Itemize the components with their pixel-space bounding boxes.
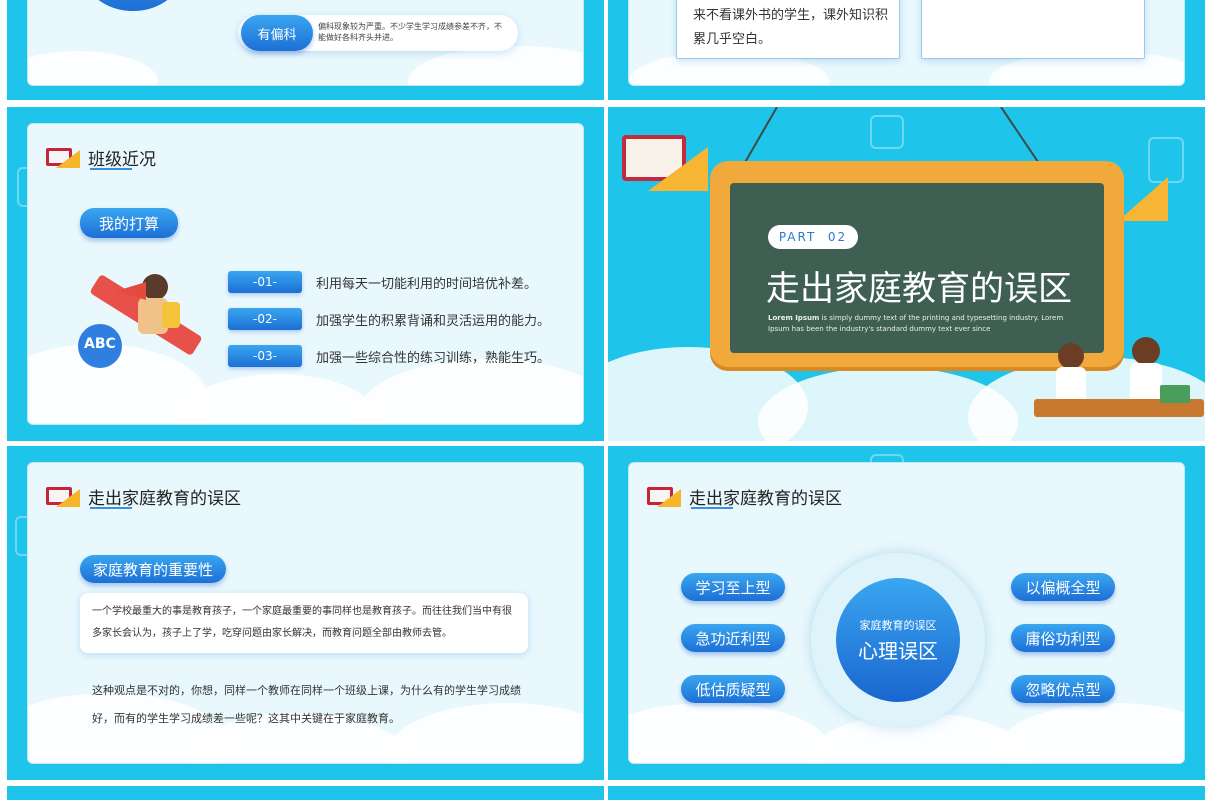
slide-8-partial[interactable] bbox=[608, 786, 1205, 800]
quote-text: 一个学校最重大的事是教育孩子，一个家庭最重要的事同样也是教育孩子。而往往我们当中… bbox=[92, 606, 512, 639]
slide-3-card: 班级近况 我的打算 ABC -01- 利用每天一切能利用的时间培优补差。 -02… bbox=[27, 123, 584, 425]
kid-pencil-illustration: ABC bbox=[76, 264, 206, 384]
lorem-line-1: is simply dummy text of the printing and… bbox=[819, 314, 1064, 322]
slide-4[interactable]: PART 02 走出家庭教育的误区 Lorem Ipsum is simply … bbox=[608, 107, 1205, 441]
center-big-text: 心理误区 bbox=[858, 638, 938, 663]
center-circle: 家庭教育的误区 心理误区 bbox=[836, 578, 960, 702]
text-box-right bbox=[921, 0, 1145, 59]
lorem-line-2: Ipsum has been the industry's standard d… bbox=[768, 325, 991, 333]
slide-2[interactable]: 来不看课外书的学生，课外知识积累几乎空白。 bbox=[608, 0, 1205, 100]
importance-pill[interactable]: 家庭教育的重要性 bbox=[80, 555, 226, 583]
slide-7-partial[interactable] bbox=[7, 786, 604, 800]
slide-5-card: 走出家庭教育的误区 家庭教育的重要性 一个学校最重大的事是教育孩子，一个家庭最重… bbox=[27, 462, 584, 764]
misconception-pill-left-3[interactable]: 低估质疑型 bbox=[681, 675, 785, 703]
center-small-text: 家庭教育的误区 bbox=[859, 618, 937, 632]
body-paragraph: 这种观点是不对的，你想，同样一个教师在同样一个班级上课，为什么有的学生学习成绩好… bbox=[92, 684, 521, 725]
title-underline bbox=[90, 168, 132, 170]
section-title: 走出家庭教育的误区 bbox=[766, 269, 1072, 309]
abc-badge: ABC bbox=[84, 336, 116, 352]
text-box-left: 来不看课外书的学生，课外知识积累几乎空白。 bbox=[676, 0, 900, 59]
pill-description: 偏科现象较为严重。不少学生学习成绩参差不齐，不能做好各科齐头并进。 bbox=[318, 22, 502, 42]
plan-tag-2: -02- bbox=[228, 308, 302, 330]
slide-title: 走出家庭教育的误区 bbox=[88, 488, 241, 509]
slide-1-card: 偏科现象较为严重。不少学生学习成绩参差不齐，不能做好各科齐头并进。 有偏科 bbox=[27, 0, 584, 86]
misconception-pill-left-2[interactable]: 急功近利型 bbox=[681, 624, 785, 652]
slide-title: 班级近况 bbox=[88, 149, 156, 170]
circle-graphic bbox=[83, 0, 183, 11]
lorem-bold: Lorem Ipsum bbox=[768, 314, 820, 322]
kids-desk-illustration bbox=[1034, 333, 1204, 433]
plan-tag-3: -03- bbox=[228, 345, 302, 367]
plan-text-1: 利用每天一切能利用的时间培优补差。 bbox=[316, 277, 538, 292]
title-underline bbox=[691, 507, 733, 509]
slide-1[interactable]: 偏科现象较为严重。不少学生学习成绩参差不齐，不能做好各科齐头并进。 有偏科 bbox=[7, 0, 604, 100]
plan-text-2: 加强学生的积累背诵和灵活运用的能力。 bbox=[316, 314, 551, 329]
book-ruler-icon bbox=[46, 144, 80, 170]
part-badge: PART 02 bbox=[768, 225, 858, 249]
hanging-string-left bbox=[741, 107, 778, 169]
misconception-pill-right-3[interactable]: 忽略优点型 bbox=[1011, 675, 1115, 703]
chalkboard-surface: PART 02 走出家庭教育的误区 Lorem Ipsum is simply … bbox=[730, 183, 1104, 353]
hanging-string-right bbox=[1000, 107, 1041, 166]
pill-label[interactable]: 有偏科 bbox=[241, 15, 313, 51]
slide-5[interactable]: 走出家庭教育的误区 家庭教育的重要性 一个学校最重大的事是教育孩子，一个家庭最重… bbox=[7, 446, 604, 780]
misconception-pill-right-2[interactable]: 庸俗功利型 bbox=[1011, 624, 1115, 652]
slide-title: 走出家庭教育的误区 bbox=[689, 488, 842, 509]
book-ruler-icon bbox=[647, 483, 681, 509]
slide-3[interactable]: 班级近况 我的打算 ABC -01- 利用每天一切能利用的时间培优补差。 -02… bbox=[7, 107, 604, 441]
plan-text-3: 加强一些综合性的练习训练，熟能生巧。 bbox=[316, 351, 551, 366]
book-ruler-icon bbox=[46, 483, 80, 509]
lorem-text: Lorem Ipsum is simply dummy text of the … bbox=[768, 313, 1068, 335]
quote-box: 一个学校最重大的事是教育孩子，一个家庭最重要的事同样也是教育孩子。而往往我们当中… bbox=[80, 593, 528, 653]
triangle-ruler-icon bbox=[1118, 177, 1168, 221]
box-text: 来不看课外书的学生，课外知识积累几乎空白。 bbox=[693, 8, 889, 47]
slide-6-card: 走出家庭教育的误区 家庭教育的误区 心理误区 学习至上型 急功近利型 低估质疑型… bbox=[628, 462, 1185, 764]
my-plan-pill[interactable]: 我的打算 bbox=[80, 208, 178, 238]
plan-tag-1: -01- bbox=[228, 271, 302, 293]
misconception-pill-right-1[interactable]: 以偏概全型 bbox=[1011, 573, 1115, 601]
misconception-pill-left-1[interactable]: 学习至上型 bbox=[681, 573, 785, 601]
title-underline bbox=[90, 507, 132, 509]
slide-2-card: 来不看课外书的学生，课外知识积累几乎空白。 bbox=[628, 0, 1185, 86]
slide-6[interactable]: 走出家庭教育的误区 家庭教育的误区 心理误区 学习至上型 急功近利型 低估质疑型… bbox=[608, 446, 1205, 780]
